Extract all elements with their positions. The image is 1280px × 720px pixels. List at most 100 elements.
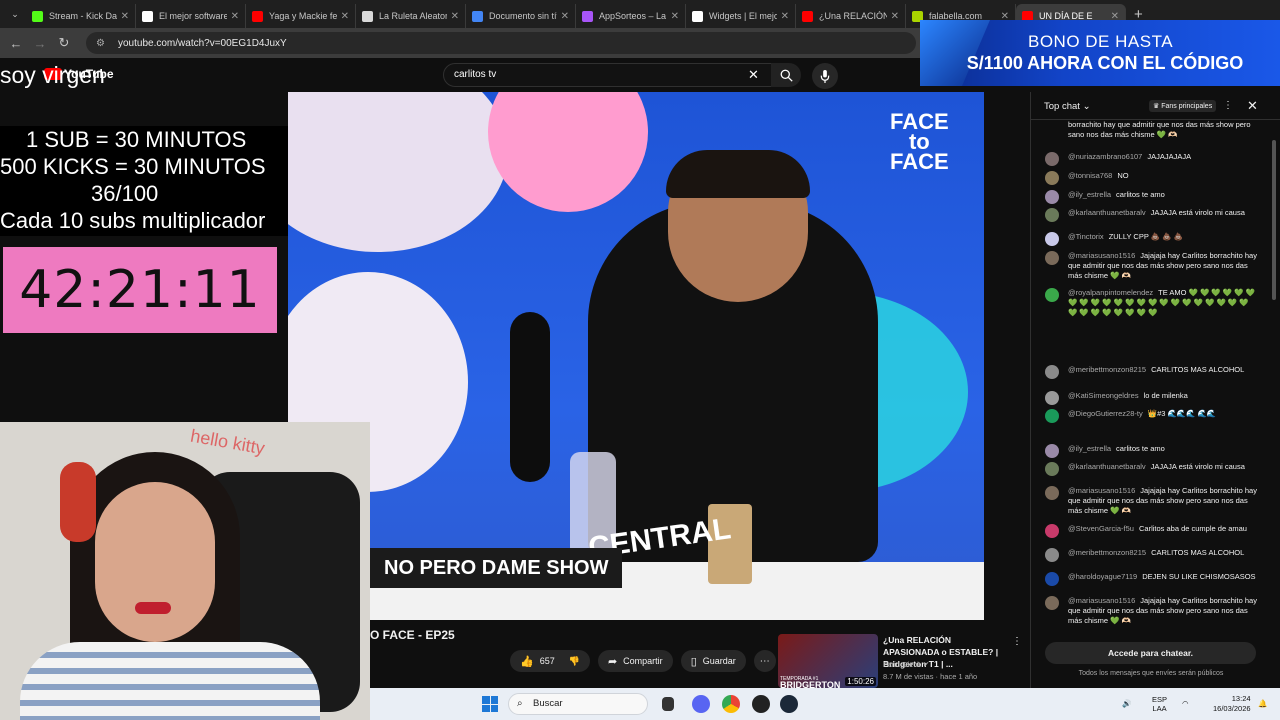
discord-icon[interactable] xyxy=(692,695,710,713)
share-button[interactable]: ➦ Compartir xyxy=(597,650,673,672)
chat-menu-icon[interactable]: ⋮ xyxy=(1223,100,1233,111)
url-field[interactable]: ⚙ youtube.com/watch?v=00EG1D4JuxY xyxy=(86,32,916,54)
browser-tab[interactable]: Documento sin tít ✕ xyxy=(466,4,576,28)
more-actions-button[interactable]: ⋯ xyxy=(753,650,776,672)
chat-message-body: @mariasusano1516 Jajajaja hay Carlitos bo… xyxy=(1068,486,1257,516)
task-view-icon[interactable] xyxy=(662,697,674,711)
taskbar-search[interactable]: ⌕ Buscar xyxy=(508,693,648,715)
close-chat-icon[interactable]: ✕ xyxy=(1247,98,1258,114)
recommended-menu-icon[interactable]: ⋮ xyxy=(1012,636,1022,647)
video-actions: 👍 657 👎 ➦ Compartir ▯ Guardar ⋯ xyxy=(510,650,776,672)
browser-tab[interactable]: Stream - Kick Das ✕ xyxy=(26,4,136,28)
chat-author[interactable]: @ily_estrella xyxy=(1068,444,1111,453)
scrollbar-thumb[interactable] xyxy=(1272,140,1276,300)
avatar[interactable] xyxy=(1045,171,1059,185)
steam-icon[interactable] xyxy=(780,695,798,713)
wifi-icon[interactable]: ◠ xyxy=(1182,699,1189,708)
save-button[interactable]: ▯ Guardar xyxy=(680,650,746,672)
chrome-icon[interactable] xyxy=(722,695,740,713)
avatar[interactable] xyxy=(1045,462,1059,476)
chat-message-body: @karlaanthuanetbaralv JAJAJA está virolo … xyxy=(1068,462,1257,472)
sign-in-to-chat-button[interactable]: Accede para chatear. xyxy=(1045,642,1256,664)
forward-icon[interactable]: → xyxy=(28,36,52,51)
browser-tab[interactable]: La Ruleta Aleator ✕ xyxy=(356,4,466,28)
search-input[interactable]: carlitos tv xyxy=(443,63,773,87)
tab-close-icon[interactable]: ✕ xyxy=(451,11,459,22)
chat-message-body: @karlaanthuanetbaralv JAJAJA está virolo … xyxy=(1068,208,1257,218)
channel-name: Farid Dieck xyxy=(883,660,921,669)
recommended-channel[interactable]: Farid Dieck ✔ xyxy=(883,660,929,669)
back-icon[interactable]: ← xyxy=(4,36,28,51)
tab-close-icon[interactable]: ✕ xyxy=(781,11,789,22)
chat-text: CARLITOS MAS ALCOHOL xyxy=(1151,365,1245,374)
avatar[interactable] xyxy=(1045,288,1059,302)
browser-tab[interactable]: ¿Una RELACIÓN ✕ xyxy=(796,4,906,28)
avatar[interactable] xyxy=(1045,444,1059,458)
promo-banner[interactable]: BONO DE HASTA S/1100 AHORA CON EL CÓDIGO xyxy=(920,20,1280,86)
screen: ⌄ Stream - Kick Das ✕ El mejor software ✕ Ya… xyxy=(0,0,1280,720)
clear-search-icon[interactable]: ✕ xyxy=(748,67,759,83)
chat-author[interactable]: @mariasusano1516 xyxy=(1068,251,1135,260)
share-icon: ➦ xyxy=(607,655,618,668)
chat-author[interactable]: @Tinctorix xyxy=(1068,232,1104,241)
like-button[interactable]: 👍 657 👎 xyxy=(510,650,590,672)
avatar[interactable] xyxy=(1045,365,1059,379)
tab-close-icon[interactable]: ✕ xyxy=(671,11,679,22)
avatar[interactable] xyxy=(1045,524,1059,538)
taskbar-clock[interactable]: 13:24 16/03/2026 xyxy=(1213,694,1251,714)
avatar[interactable] xyxy=(1045,391,1059,405)
chat-author[interactable]: @mariasusano1516 xyxy=(1068,596,1135,605)
dislike-icon[interactable]: 👎 xyxy=(569,656,580,667)
notifications-icon[interactable]: 🔔 xyxy=(1258,699,1267,708)
chat-author[interactable]: @karlaanthuanetbaralv xyxy=(1068,462,1146,471)
tab-search-button[interactable]: ⌄ xyxy=(4,3,26,25)
chat-scrollbar[interactable] xyxy=(1271,122,1277,630)
browser-tab[interactable]: Yaga y Mackie fea ✕ xyxy=(246,4,356,28)
avatar[interactable] xyxy=(1045,251,1059,265)
browser-tab[interactable]: AppSorteos – La ✕ xyxy=(576,4,686,28)
tab-close-icon[interactable]: ✕ xyxy=(561,11,569,22)
chat-author[interactable]: @karlaanthuanetbaralv xyxy=(1068,208,1146,217)
avatar[interactable] xyxy=(1045,208,1059,222)
tab-title: AppSorteos – La xyxy=(599,11,667,21)
tab-close-icon[interactable]: ✕ xyxy=(341,11,349,22)
reload-icon[interactable]: ↻ xyxy=(52,35,76,51)
language-indicator[interactable]: ESP LAA xyxy=(1152,695,1167,713)
browser-tab[interactable]: Widgets | El mejo ✕ xyxy=(686,4,796,28)
recommended-video[interactable]: TEMPORADA #1 BRIDGERTON 1:50:26 ¿Una REL… xyxy=(778,634,1028,688)
avatar[interactable] xyxy=(1045,548,1059,562)
chat-author[interactable]: @nuriazambrano6107 xyxy=(1068,152,1142,161)
avatar[interactable] xyxy=(1045,190,1059,204)
chat-author[interactable]: @meribettmonzon8215 xyxy=(1068,365,1146,374)
video-player[interactable]: CENTRAL FACE to FACE NO PERO DAME SHOW xyxy=(288,92,984,620)
browser-tab[interactable]: El mejor software ✕ xyxy=(136,4,246,28)
tab-close-icon[interactable]: ✕ xyxy=(231,11,239,22)
chat-author[interactable]: @royalpanpintomelendez xyxy=(1068,288,1153,297)
voice-search-button[interactable] xyxy=(812,63,838,89)
avatar[interactable] xyxy=(1045,232,1059,246)
avatar[interactable] xyxy=(1045,572,1059,586)
chat-author[interactable]: @haroldoyague7119 xyxy=(1068,572,1137,581)
chat-author[interactable]: @ily_estrella xyxy=(1068,190,1111,199)
avatar[interactable] xyxy=(1045,152,1059,166)
obs-icon[interactable] xyxy=(752,695,770,713)
tab-close-icon[interactable]: ✕ xyxy=(891,11,899,22)
chat-author[interactable]: @DiegoGutierrez28-ty xyxy=(1068,409,1143,418)
chat-mode-dropdown[interactable]: Top chat ⌄ xyxy=(1044,101,1091,112)
search-button[interactable] xyxy=(771,63,801,87)
volume-icon[interactable]: 🔊 xyxy=(1122,699,1131,708)
chat-author[interactable]: @mariasusano1516 xyxy=(1068,486,1135,495)
chat-author[interactable]: @tonnisa768 xyxy=(1068,171,1112,180)
chat-author[interactable]: @KatiSimeongeldres xyxy=(1068,391,1139,400)
avatar[interactable] xyxy=(1045,596,1059,610)
chat-author[interactable]: @meribettmonzon8215 xyxy=(1068,548,1146,557)
recommended-thumbnail[interactable]: TEMPORADA #1 BRIDGERTON 1:50:26 xyxy=(778,634,878,688)
chat-message: @karlaanthuanetbaralv JAJAJA está virolo … xyxy=(1045,208,1257,222)
fans-filter-button[interactable]: ♛ Fans principales xyxy=(1149,100,1217,112)
avatar[interactable] xyxy=(1045,486,1059,500)
site-info-icon[interactable]: ⚙ xyxy=(96,38,110,49)
tab-close-icon[interactable]: ✕ xyxy=(121,11,129,22)
avatar[interactable] xyxy=(1045,409,1059,423)
windows-start-icon[interactable] xyxy=(482,696,498,712)
chat-author[interactable]: @StevenGarcia-f5u xyxy=(1068,524,1134,533)
